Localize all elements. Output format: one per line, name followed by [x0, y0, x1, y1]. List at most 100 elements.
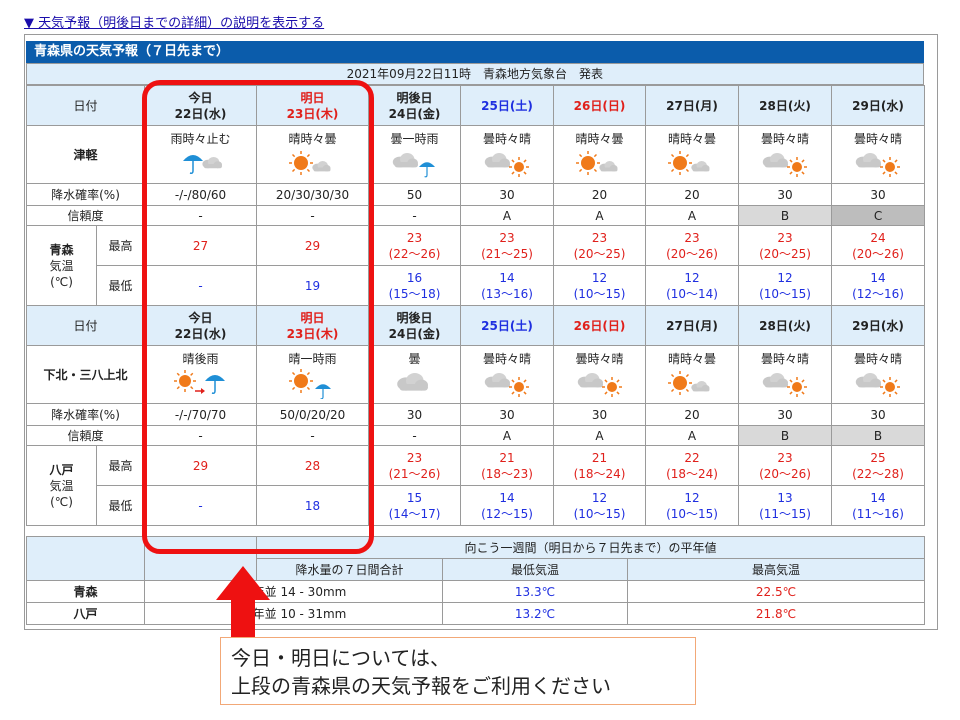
min-temp-cell: 16 (15～18) [368, 265, 462, 306]
normals-min: 13.2℃ [442, 602, 628, 625]
min-temp-cell: 14 (12～16) [831, 265, 926, 306]
weather-cell: 曇時々晴 [460, 345, 555, 404]
rain-cell: 20 [645, 183, 740, 206]
normals-max: 21.8℃ [626, 602, 926, 625]
max-temp-cell: 23 (20～25) [553, 225, 647, 266]
max-temp-cell: 23 (22～26) [368, 225, 462, 266]
cloud-sun-icon [577, 372, 622, 397]
max-temp-cell: 27 [144, 225, 258, 266]
cloud-sun-icon [762, 372, 808, 397]
day-header: 明日 23日(木) [256, 85, 370, 126]
weather-cell: 曇時々晴 [831, 345, 926, 404]
normals-corner [26, 536, 145, 581]
rain-cell: 30 [831, 183, 926, 206]
weather-cell: 晴時々曇 [256, 125, 370, 184]
max-label: 最高 [95, 225, 146, 266]
note-line-2: 上段の青森県の天気予報をご利用ください [231, 674, 611, 698]
rain-label: 降水確率(%) [25, 403, 146, 426]
day-header: 27日(月) [645, 305, 740, 346]
min-temp-cell: 15 (14～17) [368, 485, 462, 526]
sun-cloud-icon [668, 370, 710, 395]
reliability-label: 信頼度 [25, 425, 146, 446]
reliability-cell: B [738, 205, 833, 226]
cloud-sun-icon [484, 152, 530, 177]
rain-cell: 30 [738, 403, 833, 426]
normals-city: 八戸 [26, 602, 145, 625]
normals-col-precip: 降水量の７日間合計 [256, 558, 443, 581]
reliability-cell: - [256, 205, 370, 226]
note-box: 今日・明日については、 上段の青森県の天気予報をご利用ください [220, 637, 696, 705]
sun-later-umbrella-icon [173, 369, 225, 394]
sun-cloud-icon [288, 150, 331, 175]
date-label: 日付 [25, 85, 146, 126]
day-header: 29日(水) [831, 85, 926, 126]
day-header: 26日(日) [553, 305, 647, 346]
day-header: 29日(水) [831, 305, 926, 346]
sun-cloud-icon [575, 150, 618, 175]
date-label: 日付 [25, 305, 146, 346]
weather-cell: 晴後雨 [144, 345, 258, 404]
forecast-explanation-link[interactable]: ▼ 天気予報（明後日までの詳細）の説明を表示する [24, 12, 324, 31]
min-temp-cell: 14 (11～16) [831, 485, 926, 526]
area-name: 下北・三八上北 [25, 345, 146, 404]
weather-cell: 曇時々晴 [738, 125, 833, 184]
min-temp-cell: 14 (13～16) [460, 265, 555, 306]
max-temp-cell: 29 [144, 445, 258, 486]
rain-cell: 50 [368, 183, 462, 206]
max-temp-cell: 29 [256, 225, 370, 266]
issued-info: 2021年09月22日11時 青森地方気象台 発表 [26, 63, 924, 85]
min-label: 最低 [95, 485, 146, 526]
day-header: 27日(月) [645, 85, 740, 126]
max-temp-cell: 23 (20～25) [738, 225, 833, 266]
normals-precip: 平年並 14 - 30mm [144, 580, 443, 603]
min-temp-cell: - [144, 485, 258, 526]
day-header: 26日(日) [553, 85, 647, 126]
weather-cell: 曇時々晴 [553, 345, 647, 404]
reliability-cell: A [553, 205, 647, 226]
weather-cell: 晴時々曇 [645, 125, 740, 184]
max-temp-cell: 24 (20～26) [831, 225, 926, 266]
weather-cell: 曇時々晴 [460, 125, 555, 184]
sun-umbrella-icon [288, 368, 331, 399]
day-header: 25日(土) [460, 85, 555, 126]
day-header: 明日 23日(木) [256, 305, 370, 346]
day-header: 今日 22日(水) [144, 85, 258, 126]
day-header: 28日(火) [738, 305, 833, 346]
max-temp-cell: 23 (20～26) [738, 445, 833, 486]
max-temp-cell: 22 (18～24) [645, 445, 740, 486]
min-temp-cell: 12 (10～15) [553, 265, 647, 306]
weather-cell: 曇時々晴 [831, 125, 926, 184]
max-temp-cell: 28 [256, 445, 370, 486]
rain-cell: 50/0/20/20 [256, 403, 370, 426]
day-header: 25日(土) [460, 305, 555, 346]
weather-cell: 曇一時雨 [368, 125, 462, 184]
rain-cell: 30 [831, 403, 926, 426]
reliability-cell: - [144, 205, 258, 226]
normals-col-max: 最高気温 [626, 558, 926, 581]
area-name: 津軽 [25, 125, 146, 184]
city-temp-label: 八戸 気温 (℃) [26, 445, 97, 526]
rain-cell: 30 [460, 403, 555, 426]
weather-cell: 晴時々曇 [645, 345, 740, 404]
rain-cell: 30 [553, 403, 647, 426]
rain-cell: 20 [645, 403, 740, 426]
normals-city: 青森 [26, 580, 145, 603]
city-temp-label: 青森 気温 (℃) [26, 225, 97, 306]
reliability-cell: B [738, 425, 833, 446]
reliability-cell: A [645, 425, 740, 446]
up-arrow-icon [216, 566, 270, 638]
reliability-cell: - [368, 205, 462, 226]
cloud-sun-icon [855, 372, 901, 397]
normals-table: 向こう一週間（明日から７日先まで）の平年値 降水量の７日間合計 最低気温 最高気… [26, 536, 926, 625]
day-header: 28日(火) [738, 85, 833, 126]
forecast-title: 青森県の天気予報（７日先まで） [26, 41, 924, 63]
day-header: 明後日 24日(金) [368, 85, 462, 126]
rain-cell: 20/30/30/30 [256, 183, 370, 206]
min-temp-cell: 12 (10～14) [645, 265, 740, 306]
rain-cell: 30 [460, 183, 555, 206]
max-temp-cell: 21 (18～24) [553, 445, 647, 486]
max-temp-cell: 23 (20～26) [645, 225, 740, 266]
normals-header: 向こう一週間（明日から７日先まで）の平年値 [255, 536, 926, 559]
forecast-table: 日付 今日 22日(水) 明日 23日(木) 明後日 24日(金) 25日(土) 26日(日) 2… [25, 85, 926, 526]
max-temp-cell: 21 (18～23) [460, 445, 555, 486]
